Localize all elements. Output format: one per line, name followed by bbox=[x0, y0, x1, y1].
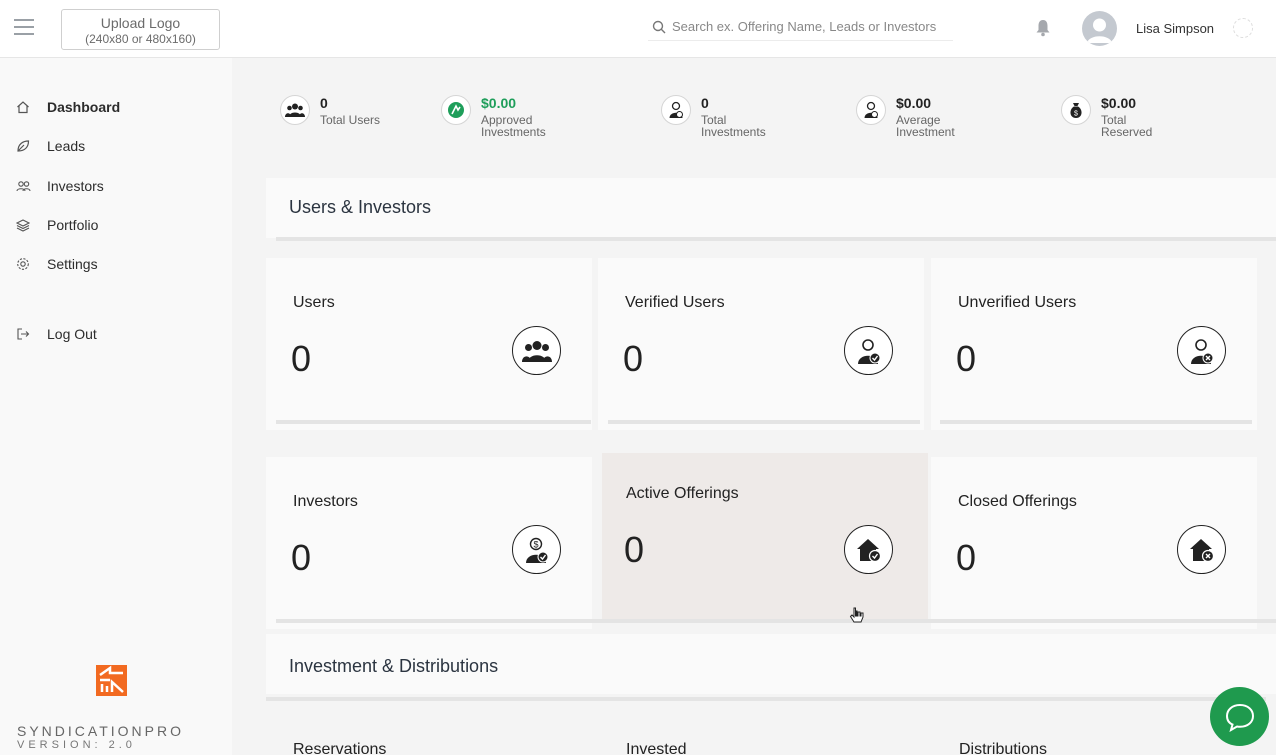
stat-label: Total Users bbox=[320, 113, 381, 127]
card-investors[interactable]: Investors 0 $ bbox=[266, 457, 592, 629]
divider bbox=[608, 420, 920, 424]
sidebar-item-label: Portfolio bbox=[47, 217, 99, 233]
users-icon bbox=[14, 177, 32, 195]
chat-bubble-icon bbox=[1225, 703, 1254, 732]
card-users[interactable]: Users 0 bbox=[266, 258, 592, 430]
card-value: 0 bbox=[291, 338, 312, 379]
hand-cursor-icon bbox=[849, 607, 864, 623]
users-group-icon bbox=[512, 326, 561, 375]
sidebar-item-leads[interactable]: Leads bbox=[14, 137, 85, 155]
upload-logo-button[interactable]: Upload Logo (240x80 or 480x160) bbox=[61, 9, 220, 50]
sidebar-item-label: Leads bbox=[47, 138, 86, 154]
sidebar-item-investors[interactable]: Investors bbox=[14, 177, 104, 195]
search-input[interactable] bbox=[672, 19, 952, 34]
sidebar-item-dashboard[interactable]: Dashboard bbox=[14, 98, 120, 116]
home-icon bbox=[14, 98, 32, 116]
layers-icon bbox=[14, 216, 32, 234]
stat-total-reserved: $ $0.00 Total Reserved bbox=[1061, 95, 1181, 138]
avatar[interactable] bbox=[1082, 11, 1117, 46]
svg-text:$: $ bbox=[533, 539, 538, 549]
card-title-reservations: Reservations bbox=[293, 741, 387, 755]
stat-value: $0.00 bbox=[481, 95, 517, 111]
sidebar-item-label: Investors bbox=[47, 178, 104, 194]
card-title-distributions: Distributions bbox=[959, 741, 1048, 755]
investor-icon bbox=[856, 95, 886, 125]
closed-offering-icon bbox=[1177, 525, 1226, 574]
stat-label: Average Investment bbox=[896, 113, 955, 139]
top-bar: Upload Logo (240x80 or 480x160) Lisa Sim… bbox=[0, 0, 1276, 58]
card-value: 0 bbox=[291, 537, 312, 578]
card-value: 0 bbox=[623, 338, 644, 379]
sidebar-item-logout[interactable]: Log Out bbox=[14, 325, 97, 343]
card-title: Users bbox=[293, 294, 335, 311]
investor-dollar-icon: $ bbox=[512, 525, 561, 574]
stat-value: $0.00 bbox=[896, 95, 932, 111]
gear-icon bbox=[14, 255, 32, 273]
brand-version: VERSION: 2.0 bbox=[17, 739, 136, 751]
card-title: Investors bbox=[293, 493, 358, 510]
card-title: Closed Offerings bbox=[958, 493, 1077, 510]
stat-label: Total Reserved bbox=[1101, 113, 1153, 139]
upload-logo-label: Upload Logo bbox=[100, 15, 181, 31]
sidebar-item-portfolio[interactable]: Portfolio bbox=[14, 216, 98, 234]
loading-spinner-icon bbox=[1233, 18, 1253, 38]
stat-approved-investments: $0.00 Approved Investments bbox=[441, 95, 561, 138]
card-title: Verified Users bbox=[625, 294, 725, 311]
sidebar: Dashboard Leads Investors Portfolio Sett… bbox=[0, 58, 232, 755]
money-bag-icon: $ bbox=[1061, 95, 1091, 125]
notification-bell-icon[interactable] bbox=[1035, 19, 1051, 37]
stat-total-investments: 0 Total Investments bbox=[661, 95, 781, 138]
sidebar-item-label: Settings bbox=[47, 256, 98, 272]
card-title: Active Offerings bbox=[626, 485, 739, 502]
investor-icon bbox=[661, 95, 691, 125]
sidebar-item-label: Log Out bbox=[47, 326, 97, 342]
stat-value: $0.00 bbox=[1101, 95, 1137, 111]
stat-average-investment: $0.00 Average Investment bbox=[856, 95, 976, 138]
chat-button[interactable] bbox=[1210, 687, 1269, 746]
card-closed-offerings[interactable]: Closed Offerings 0 bbox=[931, 457, 1257, 629]
stat-total-users: 0 Total Users bbox=[280, 95, 400, 126]
section-title-users-investors: Users & Investors bbox=[289, 197, 432, 217]
stat-label: Approved Investments bbox=[481, 113, 546, 139]
card-unverified-users[interactable]: Unverified Users 0 bbox=[931, 258, 1257, 430]
card-title: Unverified Users bbox=[958, 294, 1077, 311]
unverified-user-icon bbox=[1177, 326, 1226, 375]
stat-value: 0 bbox=[320, 95, 328, 111]
card-verified-users[interactable]: Verified Users 0 bbox=[598, 258, 924, 430]
upload-logo-hint: (240x80 or 480x160) bbox=[85, 32, 196, 46]
card-value: 0 bbox=[956, 537, 977, 578]
card-value: 0 bbox=[956, 338, 977, 379]
card-title-invested: Invested bbox=[626, 741, 687, 755]
approved-investment-icon bbox=[441, 95, 471, 125]
divider bbox=[940, 420, 1252, 424]
users-group-icon bbox=[280, 95, 310, 125]
active-offering-icon bbox=[844, 525, 893, 574]
divider bbox=[266, 697, 1266, 701]
card-value: 0 bbox=[624, 529, 645, 570]
stat-label: Total Investments bbox=[701, 113, 766, 139]
verified-user-icon bbox=[844, 326, 893, 375]
divider bbox=[276, 237, 1276, 241]
divider bbox=[276, 420, 591, 424]
card-active-offerings[interactable]: Active Offerings 0 bbox=[602, 453, 928, 621]
divider bbox=[276, 619, 1276, 623]
brand-logo-icon bbox=[96, 665, 127, 696]
logout-icon bbox=[14, 325, 32, 343]
search-bar bbox=[648, 13, 953, 41]
sidebar-item-settings[interactable]: Settings bbox=[14, 255, 98, 273]
sidebar-item-label: Dashboard bbox=[47, 99, 121, 115]
hamburger-menu-icon[interactable] bbox=[14, 19, 34, 35]
user-name[interactable]: Lisa Simpson bbox=[1136, 21, 1214, 36]
brand-name: SYNDICATIONPRO bbox=[17, 723, 184, 739]
stat-value: 0 bbox=[701, 95, 709, 111]
search-icon bbox=[652, 20, 666, 33]
section-title-investment-distributions: Investment & Distributions bbox=[289, 656, 499, 676]
svg-text:$: $ bbox=[1074, 111, 1078, 118]
leaf-icon bbox=[14, 137, 32, 155]
